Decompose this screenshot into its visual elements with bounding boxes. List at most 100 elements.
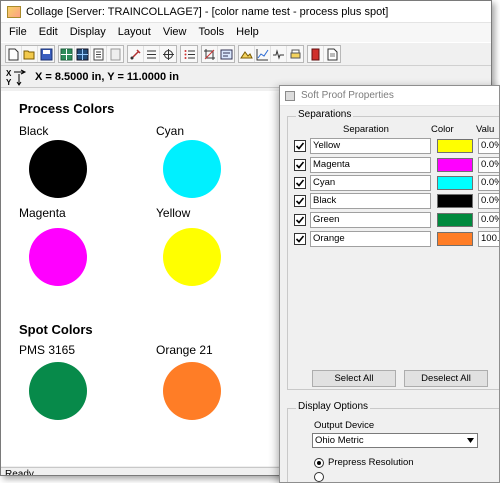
separation-row: Orange 100.0% — [294, 231, 499, 247]
swatch-circle-orange-21[interactable] — [163, 362, 221, 420]
separation-row: Green 0.0% — [294, 212, 499, 228]
separation-checkbox[interactable] — [294, 214, 306, 226]
swatch-label-cyan: Cyan — [156, 124, 185, 138]
swatch-label-orange-21: Orange 21 — [156, 343, 213, 357]
check-icon — [295, 179, 305, 187]
output-device-value: Ohio Metric — [315, 435, 364, 446]
edit-tool-group — [127, 45, 177, 63]
check-icon — [295, 142, 305, 150]
layout-tool-group — [180, 45, 198, 63]
separation-value-field[interactable]: 0.0% — [478, 193, 499, 209]
prepress-resolution-radio[interactable] — [314, 458, 324, 468]
prepress-resolution-label: Prepress Resolution — [328, 457, 414, 468]
swatch-label-yellow: Yellow — [156, 206, 191, 220]
svg-text:Y: Y — [6, 78, 12, 86]
separation-value-field[interactable]: 0.0% — [478, 157, 499, 173]
check-icon — [295, 197, 305, 205]
color-icon[interactable] — [308, 46, 324, 62]
swatch-circle-pms-3165[interactable] — [29, 362, 87, 420]
value-column-header: Valu — [476, 124, 495, 135]
swatch-circle-black[interactable] — [29, 140, 87, 198]
new-icon[interactable] — [6, 46, 22, 62]
file-tool-group — [5, 45, 55, 63]
menu-layout[interactable]: Layout — [112, 23, 157, 42]
open-icon[interactable] — [22, 46, 38, 62]
separation-row: Magenta 0.0% — [294, 157, 499, 173]
separation-name-field[interactable]: Black — [310, 193, 431, 209]
list-icon[interactable] — [144, 46, 160, 62]
pen-tool-icon[interactable] — [128, 46, 144, 62]
grid-tool-group — [58, 45, 124, 63]
grid-dark-icon[interactable] — [75, 46, 91, 62]
document-canvas[interactable]: Process Colors Black Cyan Magenta Yellow… — [1, 91, 281, 466]
save-icon[interactable] — [38, 46, 54, 62]
second-resolution-radio[interactable] — [314, 472, 324, 482]
separation-color-swatch[interactable] — [437, 232, 473, 246]
separations-caption: Separations — [296, 109, 354, 120]
document-icon[interactable] — [324, 46, 340, 62]
separation-name-field[interactable]: Green — [310, 212, 431, 228]
check-icon — [295, 161, 305, 169]
preview-icon[interactable] — [107, 46, 123, 62]
misc-tool-group — [307, 45, 341, 63]
separation-color-swatch[interactable] — [437, 213, 473, 227]
separation-checkbox[interactable] — [294, 140, 306, 152]
separation-color-swatch[interactable] — [437, 194, 473, 208]
select-all-button[interactable]: Select All — [312, 370, 396, 387]
crop-tool-group — [201, 45, 235, 63]
separation-value-field[interactable]: 0.0% — [478, 175, 499, 191]
separation-column-header: Separation — [343, 124, 389, 135]
svg-text:X: X — [6, 69, 12, 78]
status-bar: Ready — [1, 467, 281, 475]
separation-checkbox[interactable] — [294, 177, 306, 189]
shape-icon[interactable] — [239, 46, 255, 62]
deselect-all-button[interactable]: Deselect All — [404, 370, 488, 387]
dialog-title-bar[interactable]: Soft Proof Properties — [280, 86, 499, 106]
separation-name-field[interactable]: Cyan — [310, 175, 431, 191]
separation-row: Yellow 0.0% — [294, 138, 499, 154]
process-colors-title: Process Colors — [19, 101, 115, 116]
print-icon[interactable] — [287, 46, 303, 62]
separation-color-swatch[interactable] — [437, 139, 473, 153]
menu-help[interactable]: Help — [230, 23, 265, 42]
waveform-icon[interactable] — [271, 46, 287, 62]
separation-checkbox[interactable] — [294, 159, 306, 171]
bullet-list-icon[interactable] — [181, 46, 197, 62]
crop-icon[interactable] — [202, 46, 218, 62]
spot-colors-title: Spot Colors — [19, 322, 93, 337]
grid-icon[interactable] — [59, 46, 75, 62]
menu-bar: File Edit Display Layout View Tools Help — [1, 23, 491, 42]
separation-value-field[interactable]: 0.0% — [478, 138, 499, 154]
separation-name-field[interactable]: Yellow — [310, 138, 431, 154]
dialog-app-icon — [285, 90, 295, 101]
window-title: Collage [Server: TRAINCOLLAGE7] - [color… — [26, 5, 389, 18]
image-properties-icon[interactable] — [218, 46, 234, 62]
separation-row: Black 0.0% — [294, 193, 499, 209]
menu-tools[interactable]: Tools — [192, 23, 230, 42]
title-bar: Collage [Server: TRAINCOLLAGE7] - [color… — [1, 1, 491, 23]
menu-file[interactable]: File — [3, 23, 33, 42]
swatch-circle-yellow[interactable] — [163, 228, 221, 286]
check-icon — [295, 216, 305, 224]
soft-proof-dialog: Soft Proof Properties Separations Separa… — [279, 85, 500, 483]
crosshair-icon[interactable] — [160, 46, 176, 62]
separation-name-field[interactable]: Magenta — [310, 157, 431, 173]
separation-name-field[interactable]: Orange — [310, 231, 431, 247]
menu-display[interactable]: Display — [64, 23, 112, 42]
line-chart-icon[interactable] — [255, 46, 271, 62]
separation-color-swatch[interactable] — [437, 176, 473, 190]
separation-value-field[interactable]: 100.0% — [478, 231, 499, 247]
separation-value-field[interactable]: 0.0% — [478, 212, 499, 228]
separation-color-swatch[interactable] — [437, 158, 473, 172]
swatch-circle-magenta[interactable] — [29, 228, 87, 286]
xy-coordinate-icon: X Y — [6, 69, 27, 86]
separation-checkbox[interactable] — [294, 195, 306, 207]
output-device-select[interactable]: Ohio Metric — [312, 433, 478, 448]
menu-edit[interactable]: Edit — [33, 23, 64, 42]
page-list-icon[interactable] — [91, 46, 107, 62]
menu-view[interactable]: View — [157, 23, 193, 42]
separation-checkbox[interactable] — [294, 233, 306, 245]
dialog-title: Soft Proof Properties — [301, 90, 394, 101]
swatch-label-black: Black — [19, 124, 49, 138]
swatch-circle-cyan[interactable] — [163, 140, 221, 198]
